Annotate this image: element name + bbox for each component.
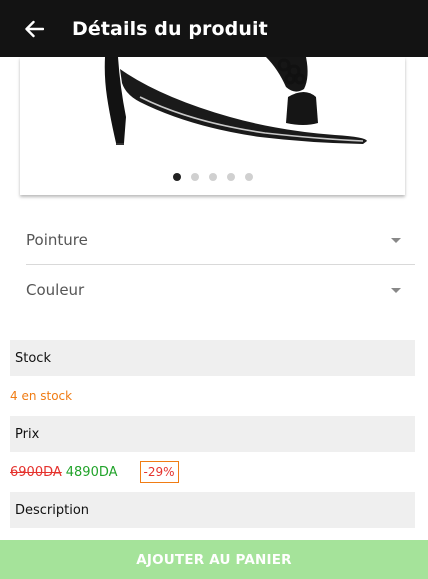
back-button[interactable]	[12, 7, 56, 51]
price-heading: Prix	[10, 416, 415, 452]
color-select[interactable]: Couleur	[26, 265, 415, 315]
carousel-dot[interactable]	[226, 173, 235, 181]
price-row: 6900DA 4890DA -29%	[10, 459, 179, 485]
stock-value: 4 en stock	[10, 389, 73, 403]
old-price: 6900DA	[10, 464, 62, 480]
carousel-dots	[20, 173, 405, 181]
chevron-down-icon	[391, 287, 401, 293]
color-select-label: Couleur	[26, 281, 85, 299]
carousel-dot[interactable]	[172, 173, 181, 181]
carousel-dot[interactable]	[190, 173, 199, 181]
carousel-dot[interactable]	[244, 173, 253, 181]
discount-badge: -29%	[139, 461, 179, 483]
carousel-dot[interactable]	[208, 173, 217, 181]
arrow-left-icon	[25, 20, 44, 37]
size-select-label: Pointure	[26, 231, 88, 249]
chevron-down-icon	[391, 237, 401, 243]
add-to-cart-label: AJOUTER AU PANIER	[136, 551, 292, 568]
description-heading: Description	[10, 492, 415, 528]
add-to-cart-button[interactable]: AJOUTER AU PANIER	[0, 540, 428, 579]
product-image	[104, 57, 367, 145]
size-select[interactable]: Pointure	[26, 215, 415, 265]
product-image-carousel[interactable]	[20, 57, 405, 195]
stock-heading: Stock	[10, 340, 415, 376]
new-price: 4890DA	[65, 464, 118, 480]
app-bar: Détails du produit	[0, 0, 428, 57]
page-title: Détails du produit	[72, 17, 268, 40]
